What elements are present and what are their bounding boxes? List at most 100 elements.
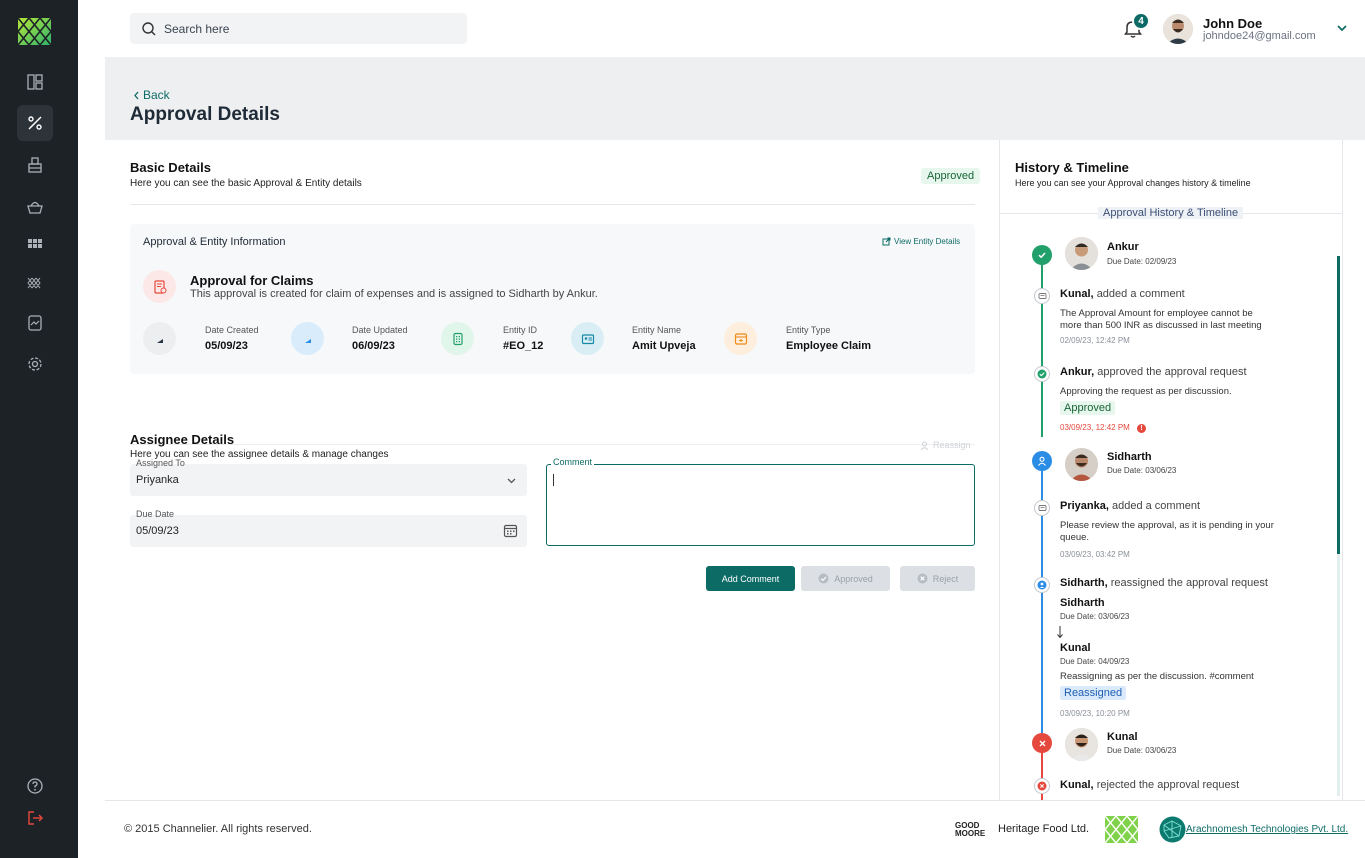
add-comment-label: Add Comment	[721, 573, 780, 584]
nav-help[interactable]	[17, 768, 53, 804]
nav-orders[interactable]	[17, 188, 53, 224]
due-date-field[interactable]: Due Date 05/09/23	[130, 509, 527, 547]
chevron-down-icon[interactable]	[1336, 22, 1348, 34]
status-badge: Approved	[1060, 401, 1116, 415]
timeline-due: Due Date: 03/06/23	[1060, 612, 1130, 621]
nav-dashboard[interactable]	[17, 64, 53, 100]
timeline-name: Kunal	[1107, 731, 1138, 743]
meta-value: 06/09/23	[352, 340, 395, 352]
top-bar: 4 John Doe johndoe24@gmail.com	[105, 0, 1365, 58]
user-circle-icon	[1037, 580, 1047, 590]
timeline-event: Kunal, added a comment	[1060, 288, 1185, 300]
timeline-name: Kunal	[1060, 642, 1091, 654]
reject-button[interactable]: Reject	[900, 566, 975, 591]
x-circle-icon	[1037, 781, 1047, 791]
timeline-event: Sidharth, reassigned the approval reques…	[1060, 577, 1268, 589]
x-circle-icon	[917, 573, 928, 584]
claim-title: Approval for Claims	[190, 273, 314, 288]
comment-label: Comment	[551, 457, 595, 467]
assigned-to-value: Priyanka	[136, 474, 179, 486]
basic-details-title: Basic Details	[130, 160, 211, 175]
nav-reports[interactable]	[17, 305, 53, 341]
due-date-label: Due Date	[136, 509, 175, 519]
timeline-text: Please review the approval, as it is pen…	[1060, 520, 1274, 543]
history-title: History & Timeline	[1015, 160, 1129, 175]
search-icon	[142, 21, 156, 35]
timeline-due: Due Date: 03/06/23	[1107, 746, 1177, 755]
package-icon	[28, 157, 42, 173]
due-date-value: 05/09/23	[136, 525, 179, 537]
view-entity-link[interactable]: View Entity Details	[882, 237, 960, 246]
entity-name-icon	[571, 322, 604, 355]
timeline-due: Due Date: 04/09/23	[1060, 657, 1130, 666]
avatar	[1065, 237, 1098, 270]
sidebar	[0, 0, 78, 858]
info-title: Approval & Entity Information	[143, 236, 286, 248]
add-comment-button[interactable]: Add Comment	[706, 566, 795, 591]
nav-products[interactable]	[17, 147, 53, 183]
claim-description: This approval is created for claim of ex…	[190, 288, 598, 300]
comment-icon	[1034, 500, 1050, 516]
calendar-icon[interactable]	[503, 523, 518, 538]
search-box[interactable]	[130, 13, 467, 44]
nav-network[interactable]	[17, 265, 53, 301]
basic-details-subtitle: Here you can see the basic Approval & En…	[130, 178, 362, 189]
brand-heritage: Heritage Food Ltd.	[998, 823, 1090, 835]
basket-icon	[27, 201, 43, 214]
avatar	[1065, 728, 1098, 761]
back-link[interactable]: Back	[133, 88, 170, 102]
check-icon	[1032, 245, 1052, 265]
comment-icon	[1034, 288, 1050, 304]
brand-logo-goodmoore: GOOD MOORE	[955, 821, 986, 838]
nav-grid[interactable]	[17, 227, 53, 263]
page-title: Approval Details	[130, 104, 280, 125]
timeline-event: Kunal, rejected the approval request	[1060, 779, 1239, 791]
reject-label: Reject	[932, 573, 959, 584]
timeline-action: rejected the approval request	[1096, 779, 1240, 791]
approve-button[interactable]: Approved	[801, 566, 890, 591]
meta-label: Date Updated	[352, 325, 408, 335]
rejected-marker	[1034, 778, 1050, 794]
status-badge: Reassigned	[1060, 686, 1127, 700]
meta-label: Entity Type	[786, 325, 831, 335]
notification-badge: 4	[1132, 12, 1150, 30]
history-subtitle: Here you can see your Approval changes h…	[1015, 178, 1251, 188]
user-avatar[interactable]	[1163, 14, 1193, 44]
text-caret	[553, 474, 554, 486]
date-updated-icon	[291, 322, 324, 355]
assigned-to-label: Assigned To	[136, 458, 185, 468]
back-label: Back	[143, 88, 170, 102]
timeline-action: reassigned the approval request	[1110, 577, 1268, 589]
nav-settings[interactable]	[17, 346, 53, 382]
nav-logout[interactable]	[17, 800, 53, 836]
report-icon	[28, 315, 42, 331]
gear-icon	[28, 357, 42, 371]
user-name: John Doe	[1203, 16, 1263, 31]
scrollbar-thumb[interactable]	[1337, 256, 1340, 554]
comment-textarea[interactable]: Comment	[546, 457, 975, 546]
timeline-name: Ankur	[1107, 241, 1139, 253]
divider	[130, 444, 975, 445]
assigned-to-select[interactable]: Assigned To Priyanka	[130, 458, 527, 496]
timeline-actor: Kunal,	[1060, 779, 1094, 791]
nav-approvals[interactable]	[17, 105, 53, 141]
timeline-actor: Sidharth,	[1060, 577, 1108, 589]
entity-id-icon	[441, 322, 474, 355]
timeline-text: The Approval Amount for employee cannot …	[1060, 308, 1262, 331]
user-icon	[920, 441, 929, 450]
timeline-due: Due Date: 02/09/23	[1107, 257, 1177, 266]
meta-label: Entity Name	[632, 325, 682, 335]
search-input[interactable]	[164, 21, 444, 36]
brand-arachnomesh[interactable]: Arachnomesh Technologies Pvt. Ltd.	[1186, 824, 1348, 835]
timeline-actor: Kunal,	[1060, 288, 1094, 300]
avatar	[1065, 448, 1098, 481]
timeline-action: approved the approval request	[1097, 366, 1247, 378]
arachnomesh-logo-icon	[1159, 816, 1186, 843]
footer: © 2015 Channelier. All rights reserved. …	[105, 800, 1365, 858]
arrow-down-icon	[1057, 626, 1063, 639]
timeline-time: 03/09/23, 03:42 PM	[1060, 550, 1130, 559]
reassign-button[interactable]: Reassign	[920, 440, 971, 450]
timeline-event: Priyanka, added a comment	[1060, 500, 1200, 512]
user-email: johndoe24@gmail.com	[1203, 30, 1316, 42]
timeline-name: Sidharth	[1107, 451, 1152, 463]
